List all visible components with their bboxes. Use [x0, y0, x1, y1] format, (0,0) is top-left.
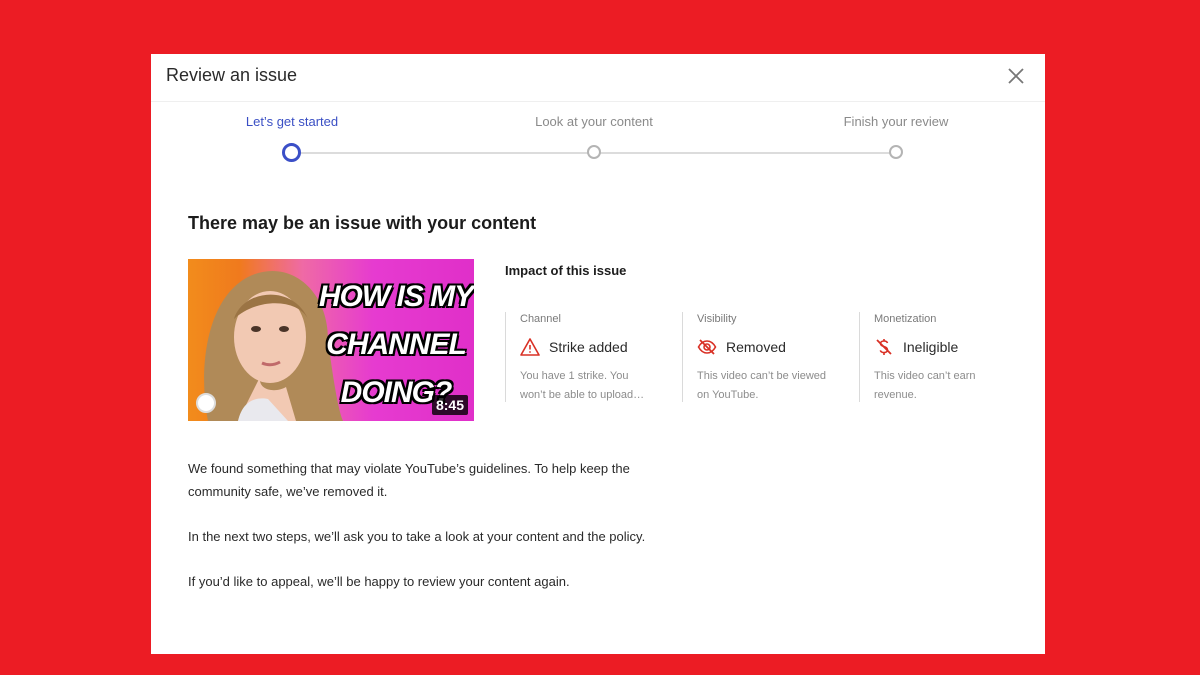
impact-label: Visibility — [697, 313, 737, 325]
close-icon — [1008, 68, 1024, 84]
impact-desc-line: won’t be able to upload… — [520, 389, 645, 401]
impact-monetization: Monetization Ineligible This video can’t… — [859, 312, 1029, 402]
thumbnail-line: CHANNEL — [326, 328, 467, 361]
impact-description: You have 1 strike. You won’t be able to … — [520, 367, 670, 405]
step-label: Finish your review — [843, 114, 949, 129]
body-paragraph-3: If you’d like to appeal, we’ll be happy … — [188, 574, 570, 589]
impact-status-text: Ineligible — [903, 339, 959, 355]
impact-status: Ineligible — [874, 337, 1029, 357]
dialog-title: Review an issue — [166, 65, 298, 85]
impact-desc-line: You have 1 strike. You — [520, 370, 629, 382]
video-duration: 8:45 — [431, 395, 468, 415]
video-thumbnail[interactable]: HOW IS MY CHANNEL DOING? 8:45 — [188, 259, 474, 421]
channel-logo — [196, 393, 216, 413]
body-paragraph-1: We found something that may violate YouT… — [188, 457, 688, 503]
impact-desc-line: revenue. — [874, 389, 917, 401]
impact-status-text: Removed — [726, 339, 786, 355]
impact-desc-line: This video can’t be viewed — [697, 370, 827, 382]
step-lets-get-started[interactable]: Let’s get started — [192, 114, 392, 162]
impact-status: Removed — [697, 337, 852, 357]
dialog-header: Review an issue — [151, 54, 1045, 102]
impact-status-text: Strike added — [549, 339, 628, 355]
body-paragraph-2: In the next two steps, we’ll ask you to … — [188, 529, 646, 544]
step-indicator — [889, 145, 903, 159]
impact-title: Impact of this issue — [505, 263, 627, 278]
impact-visibility: Visibility Removed This video can’t be v… — [682, 312, 852, 402]
step-label: Let’s get started — [245, 114, 339, 129]
no-money-icon — [876, 339, 892, 355]
impact-status: Strike added — [520, 337, 675, 357]
review-dialog: Review an issue Let’s get started Look a… — [151, 54, 1045, 654]
step-label: Look at your content — [535, 114, 653, 129]
step-indicator — [587, 145, 601, 159]
section-title: There may be an issue with your content — [188, 213, 537, 233]
close-button[interactable] — [1005, 65, 1027, 87]
eye-off-icon — [697, 339, 717, 355]
stepper: Let’s get started Look at your content F… — [151, 114, 1045, 174]
thumbnail-line: HOW IS MY — [318, 280, 474, 313]
step-finish-review[interactable]: Finish your review — [796, 114, 996, 159]
warning-icon — [520, 338, 540, 356]
step-look-at-content[interactable]: Look at your content — [494, 114, 694, 159]
body-line: We found something that may violate YouT… — [188, 461, 630, 476]
impact-description: This video can’t be viewed on YouTube. — [697, 367, 847, 405]
impact-channel: Channel Strike added You have 1 strike. … — [505, 312, 675, 402]
step-indicator-active — [282, 143, 301, 162]
impact-desc-line: This video can’t earn — [874, 370, 976, 382]
impact-label: Monetization — [874, 313, 937, 325]
impact-label: Channel — [520, 313, 561, 325]
body-line: community safe, we’ve removed it. — [188, 484, 388, 499]
impact-description: This video can’t earn revenue. — [874, 367, 1024, 405]
impact-desc-line: on YouTube. — [697, 389, 759, 401]
